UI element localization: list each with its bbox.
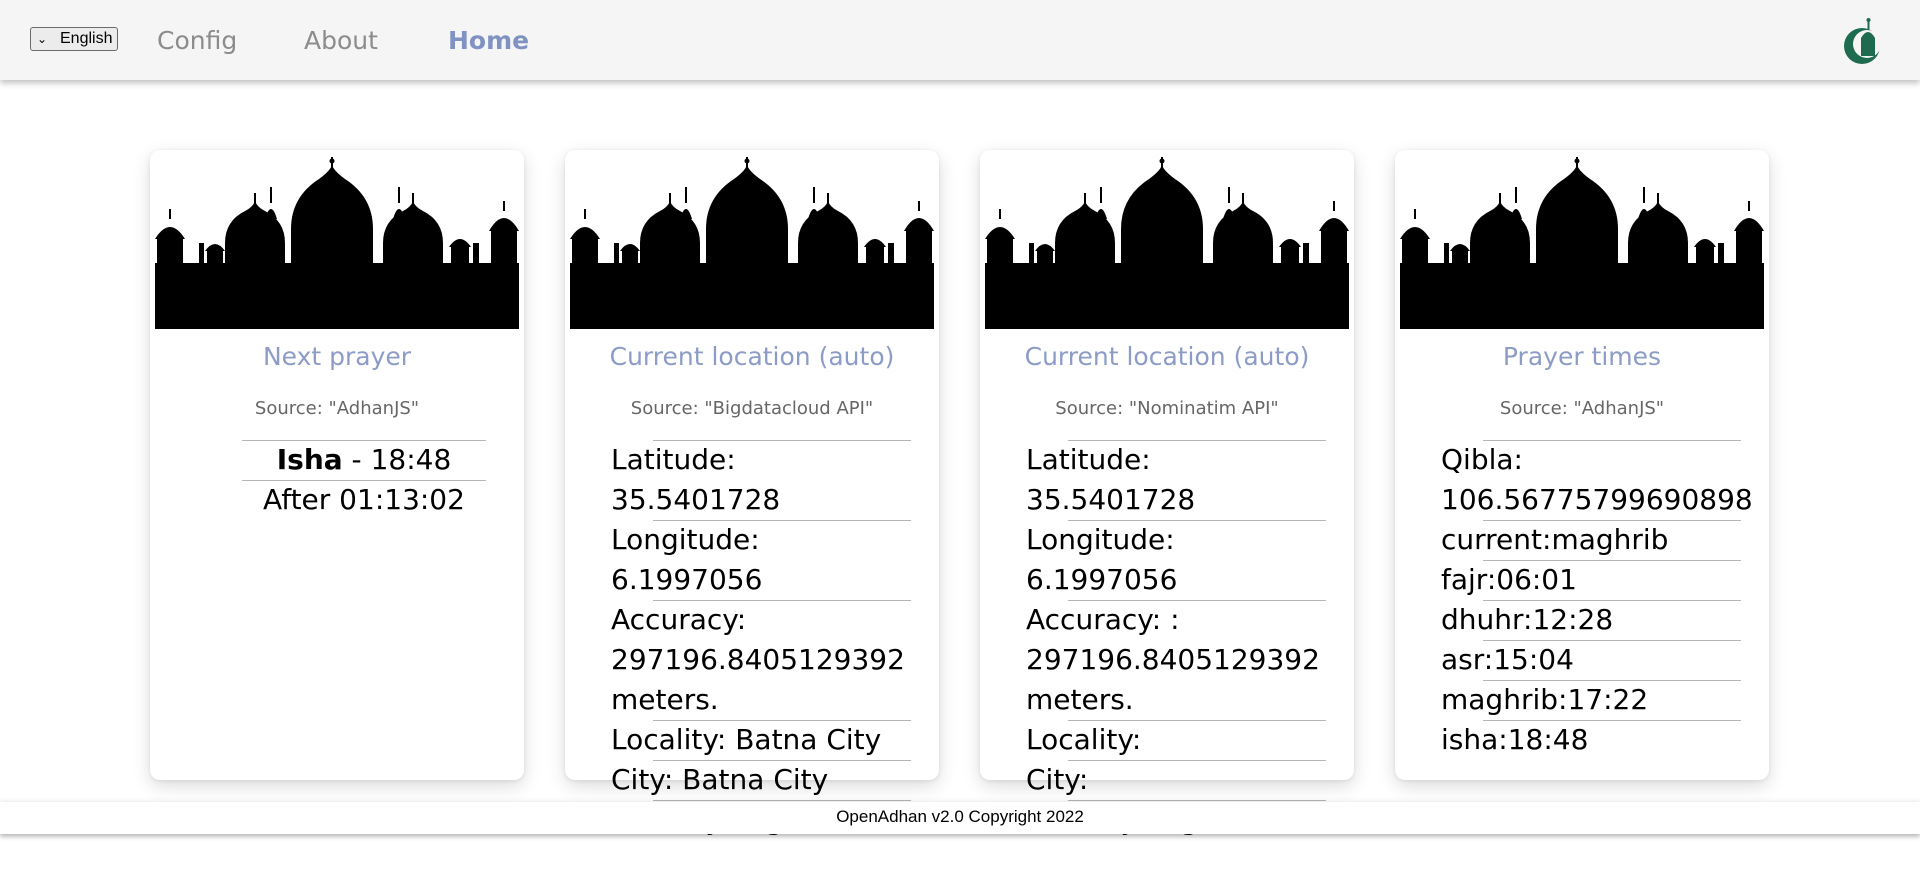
- accuracy-row: Accuracy: :: [1026, 600, 1326, 640]
- nav-link-home[interactable]: Home: [448, 24, 529, 58]
- mosque-silhouette-image: [985, 157, 1349, 329]
- top-navbar: ⌄ English Config About Home: [0, 0, 1920, 80]
- footer: OpenAdhan v2.0 Copyright 2022: [0, 802, 1920, 834]
- accuracy-value: 297196.8405129392: [611, 643, 905, 676]
- location-nominatim-card: Current location (auto) Source: "Nominat…: [980, 150, 1354, 836]
- next-prayer-time: 18:48: [370, 443, 452, 476]
- next-prayer-list: Isha - 18:48 After 01:13:02: [242, 440, 486, 520]
- city-row: City:: [1026, 760, 1326, 800]
- card-title: Next prayer: [262, 342, 412, 371]
- next-prayer-separator: -: [342, 443, 371, 476]
- card-source: Source: "AdhanJS": [254, 398, 420, 419]
- footer-copyright: OpenAdhan v2.0 Copyright 2022: [836, 807, 1084, 826]
- latitude-row: Latitude: 35.5401728: [611, 440, 911, 520]
- maghrib-row: maghrib:17:22: [1441, 680, 1741, 720]
- location-info-list: Latitude: 35.5401728 Longitude: 6.199705…: [611, 440, 911, 840]
- prayer-times-list: Qibla: 106.56775799690898 current:maghri…: [1441, 440, 1753, 760]
- accuracy-unit: meters.: [1026, 683, 1134, 716]
- longitude-row: Longitude: 6.1997056: [1026, 520, 1326, 600]
- card-title: Current location (auto): [1024, 342, 1310, 371]
- latitude-row: Latitude: 35.5401728: [1026, 440, 1326, 520]
- longitude-row: Longitude: 6.1997056: [611, 520, 911, 600]
- city-row: City: Batna City: [611, 760, 911, 800]
- asr-row: asr:15:04: [1441, 640, 1741, 680]
- next-prayer-name: Isha: [276, 443, 343, 476]
- mosque-silhouette-image: [155, 157, 519, 329]
- nav-link-config[interactable]: Config: [157, 24, 237, 58]
- next-prayer-card: Next prayer Source: "AdhanJS" Isha - 18:…: [150, 150, 524, 780]
- location-bigdatacloud-card: Current location (auto) Source: "Bigdata…: [565, 150, 939, 836]
- card-source: Source: "Nominatim API": [1055, 398, 1279, 419]
- locality-row: Locality:: [1026, 720, 1326, 760]
- mosque-silhouette-image: [1400, 157, 1764, 329]
- fajr-row: fajr:06:01: [1441, 560, 1741, 600]
- current-prayer-row: current:maghrib: [1441, 520, 1741, 560]
- nav-link-about[interactable]: About: [304, 24, 378, 58]
- language-select[interactable]: ⌄ English: [30, 27, 118, 51]
- mosque-logo-icon[interactable]: [1840, 16, 1886, 66]
- locality-row: Locality: Batna City: [611, 720, 911, 760]
- isha-row: isha:18:48: [1441, 720, 1741, 760]
- card-source: Source: "AdhanJS": [1499, 398, 1665, 419]
- card-title: Current location (auto): [609, 342, 895, 371]
- prayer-times-card: Prayer times Source: "AdhanJS" Qibla: 10…: [1395, 150, 1769, 780]
- language-select-value: English: [60, 30, 113, 47]
- accuracy-unit: meters.: [611, 683, 719, 716]
- location-info-list: Latitude: 35.5401728 Longitude: 6.199705…: [1026, 440, 1326, 840]
- accuracy-row: Accuracy:: [611, 600, 911, 640]
- chevron-down-icon: ⌄: [37, 32, 48, 46]
- card-source: Source: "Bigdatacloud API": [630, 398, 874, 419]
- next-prayer-countdown: After 01:13:02: [242, 480, 486, 520]
- qibla-row: Qibla:: [1441, 440, 1741, 480]
- mosque-silhouette-image: [570, 157, 934, 329]
- card-title: Prayer times: [1502, 342, 1662, 371]
- qibla-value: 106.56775799690898: [1441, 483, 1753, 516]
- next-prayer-row: Isha - 18:48: [242, 440, 486, 480]
- dhuhr-row: dhuhr:12:28: [1441, 600, 1741, 640]
- accuracy-value: 297196.8405129392: [1026, 643, 1320, 676]
